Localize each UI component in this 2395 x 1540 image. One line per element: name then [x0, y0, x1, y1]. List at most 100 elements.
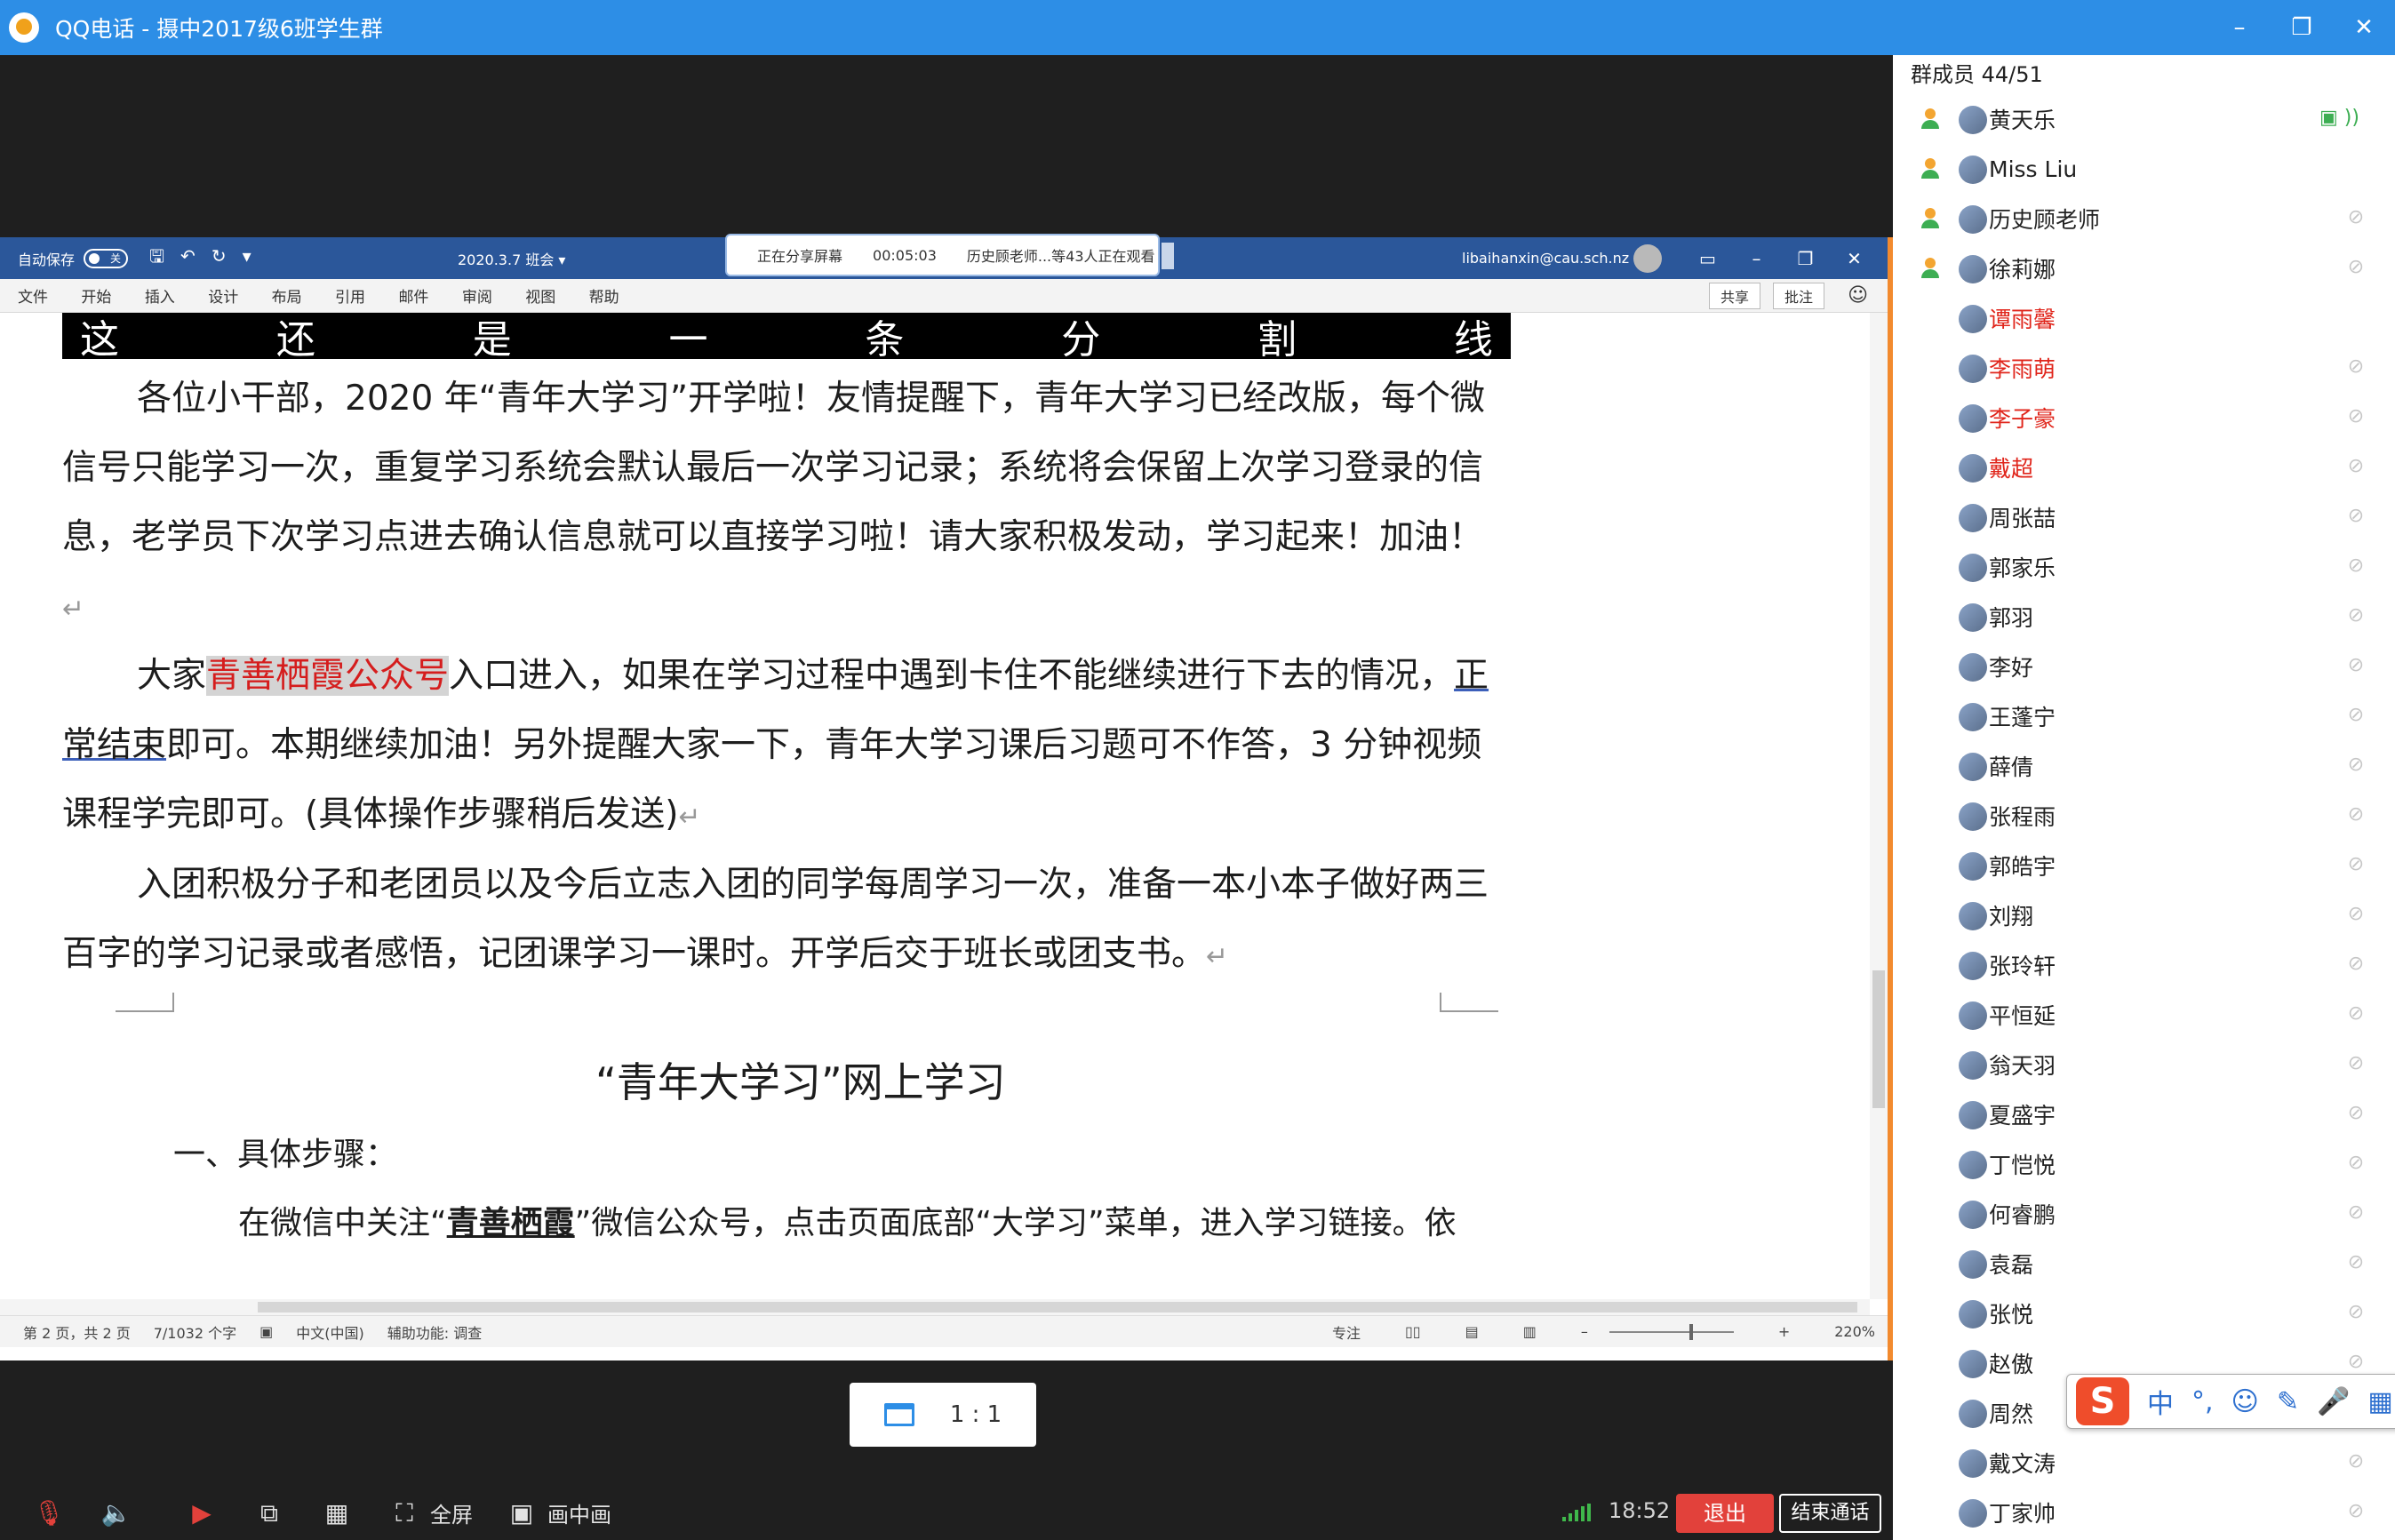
member-row[interactable]: 刘翔 ⊘ — [1893, 890, 2395, 940]
member-row[interactable]: Miss Liu — [1893, 144, 2395, 194]
feedback-smile-icon[interactable]: ☺ — [1837, 283, 1879, 308]
mic-muted-icon: ⊘ — [2347, 654, 2365, 676]
member-row[interactable]: 李好 ⊘ — [1893, 642, 2395, 691]
focus-mode[interactable]: 专注 — [1332, 1321, 1361, 1343]
divider-line: 这 还 是 一 条 分 割 线 — [62, 313, 1511, 363]
pip-icon[interactable]: ▣ — [503, 1498, 540, 1528]
member-row[interactable]: 张悦 ⊘ — [1893, 1289, 2395, 1338]
web-layout-icon[interactable]: ▥ — [1523, 1323, 1537, 1340]
member-row[interactable]: 翁天羽 ⊘ — [1893, 1040, 2395, 1089]
shared-screen: 自动保存 关 🖫↶↻▾ 2020.3.7 班会 ▾ libaihanxin@ca… — [0, 235, 1893, 1360]
member-row[interactable]: 李子豪 ⊘ — [1893, 393, 2395, 443]
proofing-icon[interactable]: ▣ — [259, 1323, 273, 1340]
document-name[interactable]: 2020.3.7 班会 ▾ — [458, 248, 565, 269]
member-row[interactable]: 薛倩 ⊘ — [1893, 741, 2395, 791]
end-call-button[interactable]: 结束通话 — [1779, 1494, 1881, 1533]
member-row[interactable]: 戴超 ⊘ — [1893, 443, 2395, 492]
share-button[interactable]: 共享 — [1709, 282, 1761, 309]
language[interactable]: 中文(中国) — [296, 1321, 364, 1343]
word-close-icon[interactable]: ✕ — [1830, 248, 1879, 269]
member-row[interactable]: 平恒延 ⊘ — [1893, 990, 2395, 1040]
member-row[interactable]: 郭皓宇 ⊘ — [1893, 841, 2395, 890]
member-row[interactable]: 周张喆 ⊘ — [1893, 492, 2395, 542]
menu-view[interactable]: 视图 — [525, 289, 555, 307]
user-avatar[interactable] — [1633, 244, 1662, 273]
fullscreen-label[interactable]: 全屏 — [430, 1497, 473, 1528]
member-row[interactable]: 谭雨馨 — [1893, 293, 2395, 343]
quick-access-icons[interactable]: 🖫↶↻▾ — [149, 243, 267, 274]
avatar — [1959, 1350, 1987, 1378]
mic-muted-icon[interactable]: 🎙 — [30, 1498, 68, 1528]
vertical-scrollbar[interactable] — [1870, 313, 1888, 1299]
print-layout-icon[interactable]: ▤ — [1465, 1323, 1479, 1340]
call-time: 18:52 — [1609, 1498, 1671, 1523]
member-row[interactable]: 王蓬宁 ⊘ — [1893, 691, 2395, 741]
menu-file[interactable]: 文件 — [18, 289, 48, 307]
menu-mailings[interactable]: 邮件 — [398, 289, 428, 307]
member-name: 李子豪 — [1989, 406, 2056, 432]
member-row[interactable]: 张玲轩 ⊘ — [1893, 940, 2395, 990]
mic-icon[interactable]: 🎤 — [2317, 1386, 2350, 1417]
whiteboard-icon[interactable]: ▦ — [318, 1498, 355, 1528]
ribbon-display-icon[interactable]: ▭ — [1683, 248, 1732, 269]
horizontal-scrollbar[interactable] — [0, 1299, 1870, 1315]
comment-button[interactable]: 批注 — [1773, 282, 1825, 309]
member-row[interactable]: 袁磊 ⊘ — [1893, 1239, 2395, 1289]
member-row[interactable]: 夏盛宇 ⊘ — [1893, 1089, 2395, 1139]
emoji-icon[interactable]: ☺ — [2231, 1386, 2259, 1417]
paragraph-2: 大家青善栖霞公众号入口进入，如果在学习过程中遇到卡住不能继续进行下去的情况，正常… — [62, 642, 1502, 852]
member-row[interactable]: 历史顾老师 ⊘ — [1893, 194, 2395, 243]
minimize-icon[interactable]: – — [2208, 14, 2271, 41]
word-minimize-icon[interactable]: – — [1732, 248, 1781, 269]
zoom-in-icon[interactable]: + — [1778, 1323, 1790, 1340]
ime-punct[interactable]: °, — [2191, 1386, 2214, 1417]
member-row[interactable]: 丁恺悦 ⊘ — [1893, 1139, 2395, 1189]
page-count[interactable]: 第 2 页，共 2 页 — [23, 1321, 131, 1343]
restore-icon[interactable]: ❐ — [2271, 14, 2333, 41]
member-row[interactable]: 戴文涛 ⊘ — [1893, 1438, 2395, 1488]
autosave-toggle[interactable]: 关 — [84, 248, 129, 268]
member-row[interactable]: 郭家乐 ⊘ — [1893, 542, 2395, 592]
menu-insert[interactable]: 插入 — [145, 289, 175, 307]
sogou-logo-icon[interactable]: S — [2076, 1377, 2129, 1425]
member-row[interactable]: 张程雨 ⊘ — [1893, 791, 2395, 841]
menu-design[interactable]: 设计 — [208, 289, 238, 307]
exit-button[interactable]: 退出 — [1676, 1494, 1774, 1533]
member-row[interactable]: 丁家帅 ⊘ — [1893, 1488, 2395, 1537]
camera-off-icon[interactable]: ▶ — [183, 1498, 220, 1528]
horizontal-scroll-thumb[interactable] — [258, 1302, 1857, 1313]
zoom-out-icon[interactable]: – — [1581, 1323, 1588, 1340]
mic-muted-icon: ⊘ — [2347, 555, 2365, 577]
menu-help[interactable]: 帮助 — [589, 289, 619, 307]
zoom-slider[interactable] — [1609, 1323, 1734, 1340]
read-mode-icon[interactable]: ▯▯ — [1405, 1323, 1421, 1340]
pen-icon[interactable]: ✎ — [2277, 1386, 2299, 1417]
member-row[interactable]: 郭羽 ⊘ — [1893, 592, 2395, 642]
word-restore-icon[interactable]: ❐ — [1781, 248, 1830, 269]
grid-icon[interactable]: ▦ — [2367, 1386, 2392, 1417]
member-row[interactable]: 徐莉娜 ⊘ — [1893, 243, 2395, 293]
paragraph-2-text-a: 大家 — [137, 656, 207, 696]
pip-label[interactable]: 画中画 — [547, 1497, 611, 1528]
ratio-button[interactable]: 1 : 1 — [850, 1383, 1036, 1447]
member-row[interactable]: 李雨萌 ⊘ — [1893, 343, 2395, 393]
menu-references[interactable]: 引用 — [335, 289, 365, 307]
member-list: 黄天乐 ▣ )) Miss Liu 历史顾老师 ⊘ 徐莉娜 ⊘ 谭雨馨 李雨萌 ⊘ 李子豪 ⊘ 戴超 ⊘ 周… — [1893, 94, 2395, 1537]
menu-home[interactable]: 开始 — [81, 289, 111, 307]
speaker-icon[interactable]: 🔈 — [98, 1498, 135, 1528]
word-count[interactable]: 7/1032 个字 — [154, 1321, 236, 1343]
member-row[interactable]: 黄天乐 ▣ )) — [1893, 94, 2395, 144]
document-page[interactable]: 这 还 是 一 条 分 割 线 各位小干部，2020 年“青年大学习”开学啦！友… — [0, 313, 1822, 1299]
vertical-scroll-thumb[interactable] — [1872, 970, 1885, 1108]
menu-review[interactable]: 审阅 — [462, 289, 492, 307]
close-icon[interactable]: ✕ — [2333, 14, 2395, 41]
ime-mode[interactable]: 中 — [2147, 1382, 2174, 1421]
member-row[interactable]: 何睿鹏 ⊘ — [1893, 1189, 2395, 1239]
share-screen-icon[interactable]: ⧉ — [251, 1498, 288, 1528]
accessibility[interactable]: 辅助功能: 调查 — [387, 1321, 482, 1343]
zoom-level[interactable]: 220% — [1834, 1323, 1875, 1340]
share-popup-handle[interactable] — [1162, 243, 1174, 269]
fullscreen-icon[interactable]: ⛶ — [386, 1498, 423, 1528]
avatar — [1959, 504, 1987, 532]
menu-layout[interactable]: 布局 — [272, 289, 302, 307]
